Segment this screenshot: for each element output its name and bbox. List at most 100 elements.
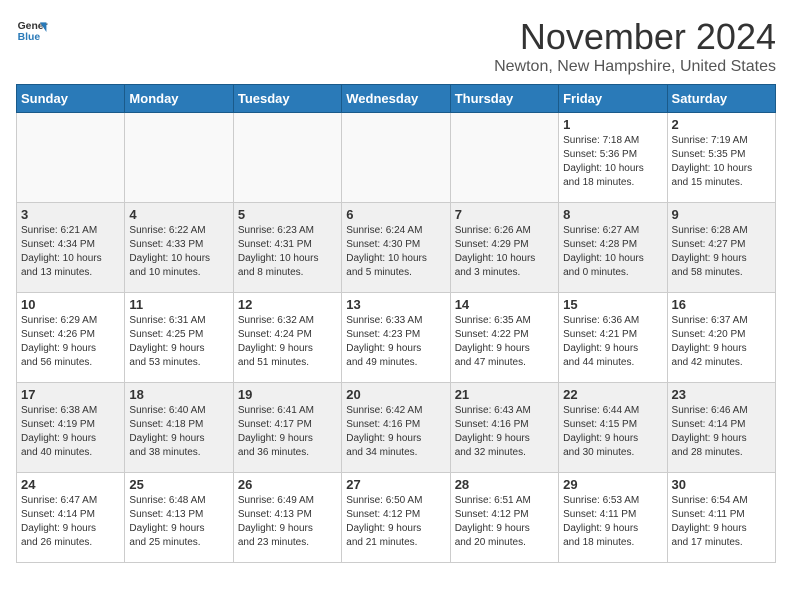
- day-number: 10: [21, 297, 120, 312]
- day-number: 1: [563, 117, 662, 132]
- weekday-header-monday: Monday: [125, 85, 233, 113]
- day-number: 20: [346, 387, 445, 402]
- day-info: Sunrise: 6:36 AM Sunset: 4:21 PM Dayligh…: [563, 314, 662, 370]
- calendar-cell: 9 Sunrise: 6:28 AM Sunset: 4:27 PM Daylig…: [667, 203, 775, 293]
- day-info: Sunrise: 6:42 AM Sunset: 4:16 PM Dayligh…: [346, 404, 445, 460]
- day-number: 2: [672, 117, 771, 132]
- weekday-header-sunday: Sunday: [17, 85, 125, 113]
- day-number: 28: [455, 477, 554, 492]
- calendar-cell: [233, 113, 341, 203]
- day-info: Sunrise: 6:43 AM Sunset: 4:16 PM Dayligh…: [455, 404, 554, 460]
- calendar-cell: 12 Sunrise: 6:32 AM Sunset: 4:24 PM Dayli…: [233, 293, 341, 383]
- calendar-cell: 30Sunrise: 6:54 AM Sunset: 4:11 PM Dayli…: [667, 473, 775, 563]
- day-info: Sunrise: 6:31 AM Sunset: 4:25 PM Dayligh…: [129, 314, 228, 370]
- day-info: Sunrise: 6:46 AM Sunset: 4:14 PM Dayligh…: [672, 404, 771, 460]
- logo: General Blue: [16, 16, 48, 44]
- day-number: 7: [455, 207, 554, 222]
- calendar-cell: 18 Sunrise: 6:40 AM Sunset: 4:18 PM Dayli…: [125, 383, 233, 473]
- day-info: Sunrise: 6:40 AM Sunset: 4:18 PM Dayligh…: [129, 404, 228, 460]
- calendar-table: SundayMondayTuesdayWednesdayThursdayFrid…: [16, 84, 776, 563]
- day-info: Sunrise: 6:38 AM Sunset: 4:19 PM Dayligh…: [21, 404, 120, 460]
- calendar-cell: 2 Sunrise: 7:19 AM Sunset: 5:35 PM Daylig…: [667, 113, 775, 203]
- calendar-cell: [125, 113, 233, 203]
- day-info: Sunrise: 6:33 AM Sunset: 4:23 PM Dayligh…: [346, 314, 445, 370]
- weekday-header-row: SundayMondayTuesdayWednesdayThursdayFrid…: [17, 85, 776, 113]
- day-info: Sunrise: 6:53 AM Sunset: 4:11 PM Dayligh…: [563, 494, 662, 550]
- logo-icon: General Blue: [16, 16, 48, 44]
- day-info: Sunrise: 6:50 AM Sunset: 4:12 PM Dayligh…: [346, 494, 445, 550]
- calendar-cell: 28 Sunrise: 6:51 AM Sunset: 4:12 PM Dayli…: [450, 473, 558, 563]
- day-number: 19: [238, 387, 337, 402]
- week-row-1: 1 Sunrise: 7:18 AM Sunset: 5:36 PM Daylig…: [17, 113, 776, 203]
- day-info: Sunrise: 6:23 AM Sunset: 4:31 PM Dayligh…: [238, 224, 337, 280]
- day-info: Sunrise: 6:47 AM Sunset: 4:14 PM Dayligh…: [21, 494, 120, 550]
- day-info: Sunrise: 6:41 AM Sunset: 4:17 PM Dayligh…: [238, 404, 337, 460]
- weekday-header-friday: Friday: [559, 85, 667, 113]
- calendar-cell: 6 Sunrise: 6:24 AM Sunset: 4:30 PM Daylig…: [342, 203, 450, 293]
- day-number: 15: [563, 297, 662, 312]
- day-number: 9: [672, 207, 771, 222]
- day-info: Sunrise: 6:48 AM Sunset: 4:13 PM Dayligh…: [129, 494, 228, 550]
- calendar-cell: 15 Sunrise: 6:36 AM Sunset: 4:21 PM Dayli…: [559, 293, 667, 383]
- calendar-cell: 23Sunrise: 6:46 AM Sunset: 4:14 PM Dayli…: [667, 383, 775, 473]
- calendar-cell: 14Sunrise: 6:35 AM Sunset: 4:22 PM Dayli…: [450, 293, 558, 383]
- weekday-header-saturday: Saturday: [667, 85, 775, 113]
- calendar-cell: 16 Sunrise: 6:37 AM Sunset: 4:20 PM Dayli…: [667, 293, 775, 383]
- day-number: 25: [129, 477, 228, 492]
- day-info: Sunrise: 6:49 AM Sunset: 4:13 PM Dayligh…: [238, 494, 337, 550]
- calendar-cell: 13 Sunrise: 6:33 AM Sunset: 4:23 PM Dayli…: [342, 293, 450, 383]
- day-info: Sunrise: 7:19 AM Sunset: 5:35 PM Dayligh…: [672, 134, 771, 190]
- calendar-cell: [342, 113, 450, 203]
- calendar-cell: 11Sunrise: 6:31 AM Sunset: 4:25 PM Dayli…: [125, 293, 233, 383]
- weekday-header-wednesday: Wednesday: [342, 85, 450, 113]
- day-number: 12: [238, 297, 337, 312]
- day-info: Sunrise: 6:37 AM Sunset: 4:20 PM Dayligh…: [672, 314, 771, 370]
- day-number: 5: [238, 207, 337, 222]
- day-number: 29: [563, 477, 662, 492]
- week-row-4: 17 Sunrise: 6:38 AM Sunset: 4:19 PM Dayli…: [17, 383, 776, 473]
- weekday-header-thursday: Thursday: [450, 85, 558, 113]
- day-number: 21: [455, 387, 554, 402]
- calendar-cell: 25 Sunrise: 6:48 AM Sunset: 4:13 PM Dayli…: [125, 473, 233, 563]
- calendar-cell: [17, 113, 125, 203]
- day-info: Sunrise: 6:28 AM Sunset: 4:27 PM Dayligh…: [672, 224, 771, 280]
- day-info: Sunrise: 6:24 AM Sunset: 4:30 PM Dayligh…: [346, 224, 445, 280]
- day-number: 18: [129, 387, 228, 402]
- week-row-2: 3Sunrise: 6:21 AM Sunset: 4:34 PM Daylig…: [17, 203, 776, 293]
- day-number: 16: [672, 297, 771, 312]
- day-info: Sunrise: 6:29 AM Sunset: 4:26 PM Dayligh…: [21, 314, 120, 370]
- calendar-cell: 22 Sunrise: 6:44 AM Sunset: 4:15 PM Dayli…: [559, 383, 667, 473]
- calendar-cell: 26 Sunrise: 6:49 AM Sunset: 4:13 PM Dayli…: [233, 473, 341, 563]
- calendar-cell: 3Sunrise: 6:21 AM Sunset: 4:34 PM Daylig…: [17, 203, 125, 293]
- calendar-cell: 29 Sunrise: 6:53 AM Sunset: 4:11 PM Dayli…: [559, 473, 667, 563]
- calendar-cell: 4 Sunrise: 6:22 AM Sunset: 4:33 PM Daylig…: [125, 203, 233, 293]
- calendar-cell: 7 Sunrise: 6:26 AM Sunset: 4:29 PM Daylig…: [450, 203, 558, 293]
- day-number: 22: [563, 387, 662, 402]
- day-number: 26: [238, 477, 337, 492]
- day-number: 6: [346, 207, 445, 222]
- day-info: Sunrise: 6:54 AM Sunset: 4:11 PM Dayligh…: [672, 494, 771, 550]
- day-number: 17: [21, 387, 120, 402]
- svg-text:Blue: Blue: [18, 32, 41, 43]
- day-number: 8: [563, 207, 662, 222]
- week-row-3: 10 Sunrise: 6:29 AM Sunset: 4:26 PM Dayli…: [17, 293, 776, 383]
- day-info: Sunrise: 6:44 AM Sunset: 4:15 PM Dayligh…: [563, 404, 662, 460]
- day-info: Sunrise: 7:18 AM Sunset: 5:36 PM Dayligh…: [563, 134, 662, 190]
- day-info: Sunrise: 6:22 AM Sunset: 4:33 PM Dayligh…: [129, 224, 228, 280]
- day-info: Sunrise: 6:35 AM Sunset: 4:22 PM Dayligh…: [455, 314, 554, 370]
- day-number: 27: [346, 477, 445, 492]
- day-info: Sunrise: 6:32 AM Sunset: 4:24 PM Dayligh…: [238, 314, 337, 370]
- calendar-cell: 19 Sunrise: 6:41 AM Sunset: 4:17 PM Dayli…: [233, 383, 341, 473]
- day-number: 13: [346, 297, 445, 312]
- day-info: Sunrise: 6:51 AM Sunset: 4:12 PM Dayligh…: [455, 494, 554, 550]
- calendar-cell: 27 Sunrise: 6:50 AM Sunset: 4:12 PM Dayli…: [342, 473, 450, 563]
- title-area: November 2024 Newton, New Hampshire, Uni…: [494, 16, 776, 76]
- calendar-cell: 10 Sunrise: 6:29 AM Sunset: 4:26 PM Dayli…: [17, 293, 125, 383]
- day-info: Sunrise: 6:26 AM Sunset: 4:29 PM Dayligh…: [455, 224, 554, 280]
- calendar-cell: 17 Sunrise: 6:38 AM Sunset: 4:19 PM Dayli…: [17, 383, 125, 473]
- location-title: Newton, New Hampshire, United States: [494, 58, 776, 76]
- header: General Blue November 2024 Newton, New H…: [16, 16, 776, 76]
- day-number: 4: [129, 207, 228, 222]
- calendar-cell: 21 Sunrise: 6:43 AM Sunset: 4:16 PM Dayli…: [450, 383, 558, 473]
- calendar-cell: 24Sunrise: 6:47 AM Sunset: 4:14 PM Dayli…: [17, 473, 125, 563]
